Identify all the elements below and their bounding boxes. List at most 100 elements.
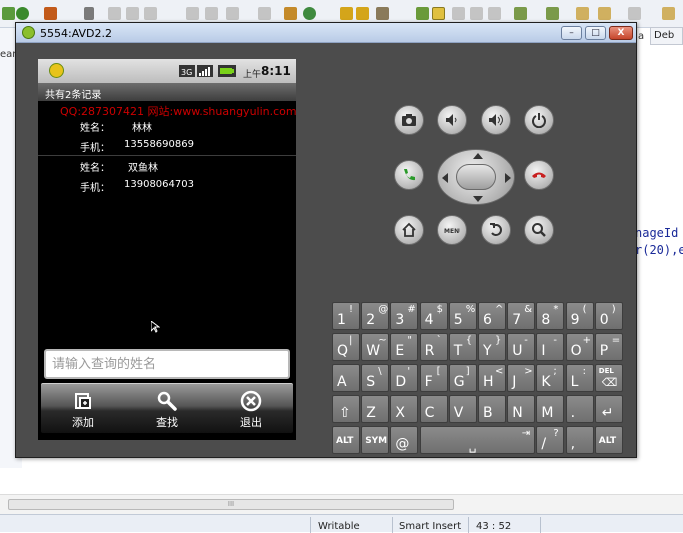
key-delete[interactable]: DEL ⌫ <box>594 364 623 392</box>
back-button[interactable] <box>481 215 511 245</box>
resume-icon[interactable] <box>108 7 121 20</box>
stop-icon[interactable] <box>144 7 157 20</box>
dpad[interactable] <box>437 149 515 205</box>
pause-icon[interactable] <box>126 7 139 20</box>
key-b[interactable]: B <box>478 395 506 423</box>
search-field[interactable] <box>44 349 290 379</box>
key-r[interactable]: R ` <box>419 333 448 361</box>
key-space[interactable]: ␣ ⇥ <box>419 426 536 454</box>
drop-frame-icon[interactable] <box>258 7 271 20</box>
dpad-down-icon[interactable] <box>473 196 483 202</box>
key-j[interactable]: J > <box>507 364 536 392</box>
dpad-up-icon[interactable] <box>473 153 483 159</box>
key-k[interactable]: K; <box>536 364 565 392</box>
key-o[interactable]: O + <box>565 333 594 361</box>
history-icon[interactable] <box>628 7 641 20</box>
menu-button[interactable]: MENU <box>437 215 467 245</box>
nav-icon[interactable] <box>662 7 675 20</box>
key-u[interactable]: U- <box>507 333 536 361</box>
dpad-left-icon[interactable] <box>442 173 448 183</box>
key-q[interactable]: Q | <box>332 333 360 361</box>
package-icon[interactable] <box>284 7 297 20</box>
maximize-button[interactable]: □ <box>585 26 606 40</box>
scrollbar-thumb[interactable]: III <box>8 499 454 510</box>
key-9[interactable]: 9( <box>565 302 594 330</box>
key-w[interactable]: W ~ <box>361 333 390 361</box>
key-alt[interactable]: ALT <box>332 426 360 454</box>
home-button[interactable] <box>394 215 424 245</box>
call-button[interactable] <box>394 160 424 190</box>
key-f[interactable]: F[ <box>419 364 448 392</box>
debug-perspective-tab[interactable]: Deb <box>650 27 683 45</box>
open-type-icon[interactable] <box>356 7 369 20</box>
pencil-icon[interactable] <box>376 7 389 20</box>
volume-down-button[interactable] <box>437 105 467 135</box>
camera-button[interactable] <box>394 105 424 135</box>
power-button[interactable] <box>524 105 554 135</box>
key-8[interactable]: 8 * <box>536 302 565 330</box>
next-annotation-icon[interactable] <box>546 7 559 20</box>
key-comma[interactable]: , <box>565 426 594 454</box>
search-input[interactable] <box>46 351 288 377</box>
key-period[interactable]: . <box>565 395 594 423</box>
editor-horizontal-scrollbar[interactable]: III <box>0 494 683 514</box>
new-class-icon[interactable] <box>303 7 316 20</box>
debug-icon[interactable] <box>44 7 57 20</box>
key-5[interactable]: 5% <box>448 302 477 330</box>
play-icon[interactable] <box>16 7 29 20</box>
tool3-icon[interactable] <box>470 7 483 20</box>
step-over-icon[interactable] <box>205 7 218 20</box>
key-y[interactable]: Y} <box>478 333 506 361</box>
volume-up-button[interactable] <box>481 105 511 135</box>
step-return-icon[interactable] <box>226 7 239 20</box>
key-l[interactable]: L: <box>565 364 594 392</box>
search-hw-button[interactable] <box>524 215 554 245</box>
dpad-right-icon[interactable] <box>505 173 511 183</box>
open-folder-icon[interactable] <box>340 7 353 20</box>
end-call-button[interactable] <box>524 160 554 190</box>
dpad-center-button[interactable] <box>456 164 496 190</box>
key-slash[interactable]: /? <box>536 426 565 454</box>
run-icon[interactable] <box>2 7 15 20</box>
key-d[interactable]: D ' <box>390 364 419 392</box>
key-shift[interactable]: ⇧ <box>332 395 360 423</box>
key-c[interactable]: C <box>419 395 448 423</box>
key-p[interactable]: P = <box>594 333 623 361</box>
tool2-icon[interactable] <box>452 7 465 20</box>
menu-search-button[interactable]: 查找 <box>125 384 209 434</box>
back-icon[interactable] <box>576 7 589 20</box>
tool-icon[interactable] <box>84 7 94 20</box>
key-4[interactable]: 4 $ <box>419 302 448 330</box>
key-at[interactable]: @ <box>390 426 419 454</box>
key-2[interactable]: 2 @ <box>361 302 390 330</box>
key-i[interactable]: I- <box>536 333 565 361</box>
key-t[interactable]: T{ <box>448 333 477 361</box>
highlight-icon[interactable] <box>432 7 445 20</box>
key-sym[interactable]: SYM <box>361 426 390 454</box>
phone-screen[interactable]: 3G 上午 8:11 共有2条记录 QQ:287307421 网站:www.sh… <box>38 59 296 440</box>
key-g[interactable]: G] <box>448 364 477 392</box>
key-z[interactable]: Z <box>361 395 390 423</box>
key-6[interactable]: 6 ^ <box>478 302 506 330</box>
key-h[interactable]: H < <box>478 364 506 392</box>
key-v[interactable]: V <box>448 395 477 423</box>
key-a[interactable]: A <box>332 364 360 392</box>
key-s[interactable]: S \ <box>361 364 390 392</box>
tool4-icon[interactable] <box>488 7 501 20</box>
step-into-icon[interactable] <box>186 7 199 20</box>
key-0[interactable]: 0) <box>594 302 623 330</box>
emulator-titlebar[interactable]: 5554:AVD2.2 – □ X <box>16 23 636 43</box>
key-m[interactable]: M <box>536 395 565 423</box>
close-button[interactable]: X <box>609 26 633 40</box>
key-alt-right[interactable]: ALT <box>594 426 623 454</box>
key-1[interactable]: 1! <box>332 302 360 330</box>
annotation-icon[interactable] <box>514 7 527 20</box>
forward-icon[interactable] <box>598 7 611 20</box>
menu-add-button[interactable]: 添加 <box>41 384 125 434</box>
key-e[interactable]: E " <box>390 333 419 361</box>
key-n[interactable]: N <box>507 395 536 423</box>
key-enter[interactable]: ↵ <box>594 395 623 423</box>
mark-icon[interactable] <box>416 7 429 20</box>
key-x[interactable]: X <box>390 395 419 423</box>
key-3[interactable]: 3 # <box>390 302 419 330</box>
